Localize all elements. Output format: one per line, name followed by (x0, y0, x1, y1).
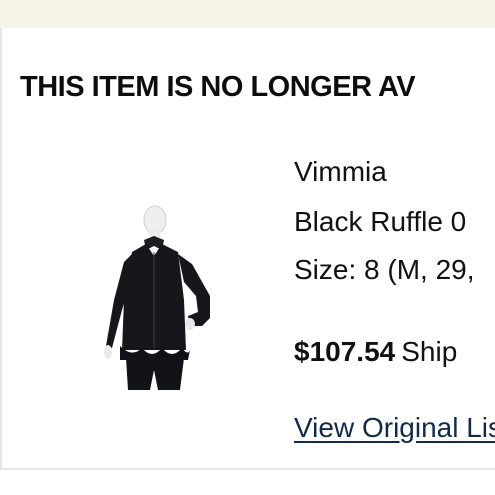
product-title: Black Ruffle 0 (294, 206, 467, 237)
left-divider (0, 28, 2, 468)
product-price: $107.54 (294, 336, 396, 367)
price-row: $107.54 Ship (294, 336, 457, 368)
product-image[interactable] (92, 200, 232, 390)
product-size: Size: 8 (M, 29, (294, 254, 475, 285)
view-original-listing-link[interactable]: View Original Lis (294, 412, 495, 444)
unavailable-heading: THIS ITEM IS NO LONGER AV (20, 71, 416, 103)
jacket-on-mannequin-image (104, 205, 210, 390)
product-brand: Vimmia (294, 156, 387, 187)
top-banner (0, 0, 495, 28)
bottom-divider (0, 468, 495, 470)
shipping-label: Ship (401, 336, 458, 367)
